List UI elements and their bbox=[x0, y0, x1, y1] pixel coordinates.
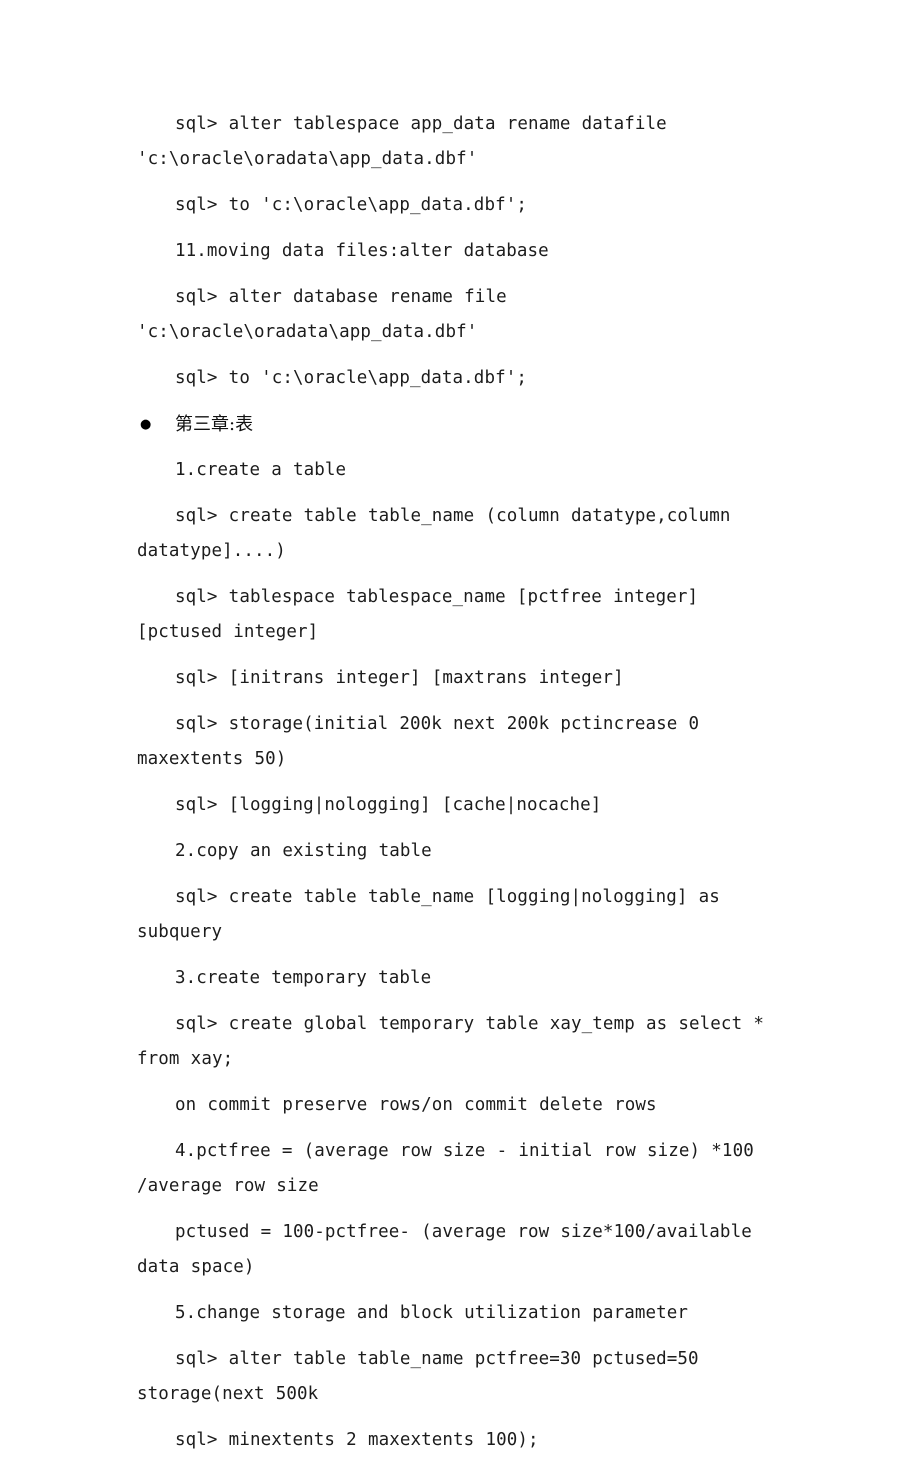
line-item-3-create-temporary-table: 3.create temporary table bbox=[175, 968, 432, 988]
line-to-app-data-dbf-1: sql> to 'c:\oracle\app_data.dbf'; bbox=[175, 195, 527, 215]
line-initrans-maxtrans: sql> [initrans integer] [maxtrans intege… bbox=[175, 668, 624, 688]
line-alter-table-pctfree-pctused: sql> alter table table_name pctfree=30 p… bbox=[137, 1349, 699, 1404]
line-storage-initial-next: sql> storage(initial 200k next 200k pcti… bbox=[137, 714, 700, 769]
bullet-marker-icon: ● bbox=[140, 417, 152, 432]
bullet-item-label: 第三章:表 bbox=[175, 414, 254, 435]
line-minextents-maxextents: sql> minextents 2 maxextents 100); bbox=[175, 1430, 539, 1450]
line-pctused-formula: pctused = 100-pctfree- (average row size… bbox=[137, 1222, 752, 1277]
line-to-app-data-dbf-2: sql> to 'c:\oracle\app_data.dbf'; bbox=[175, 368, 527, 388]
document-page: sql> alter tablespace app_data rename da… bbox=[0, 0, 920, 1450]
line-item-5-change-storage-parameter: 5.change storage and block utilization p… bbox=[175, 1303, 689, 1323]
line-create-table-columns: sql> create table table_name (column dat… bbox=[137, 506, 731, 561]
line-tablespace-pctfree-pctused: sql> tablespace tablespace_name [pctfree… bbox=[137, 587, 699, 642]
line-item-4-pctfree-formula: 4.pctfree = (average row size - initial … bbox=[137, 1141, 754, 1196]
line-item-2-copy-existing-table: 2.copy an existing table bbox=[175, 841, 432, 861]
line-alter-database-rename-file: sql> alter database rename file 'c:\orac… bbox=[137, 287, 507, 342]
line-create-global-temporary-table: sql> create global temporary table xay_t… bbox=[137, 1014, 764, 1069]
heading-chapter-three-tables: ● 第三章:表 bbox=[137, 407, 790, 442]
line-on-commit-options: on commit preserve rows/on commit delete… bbox=[175, 1095, 657, 1115]
document-text-column: sql> alter tablespace app_data rename da… bbox=[137, 107, 790, 1469]
line-create-table-as-subquery: sql> create table table_name [logging|no… bbox=[137, 887, 720, 942]
line-item-11-moving-data-files: 11.moving data files:alter database bbox=[175, 241, 549, 261]
line-alter-tablespace-rename-datafile: sql> alter tablespace app_data rename da… bbox=[137, 114, 667, 169]
line-logging-cache-options: sql> [logging|nologging] [cache|nocache] bbox=[175, 795, 602, 815]
line-item-1-create-a-table: 1.create a table bbox=[175, 460, 347, 480]
